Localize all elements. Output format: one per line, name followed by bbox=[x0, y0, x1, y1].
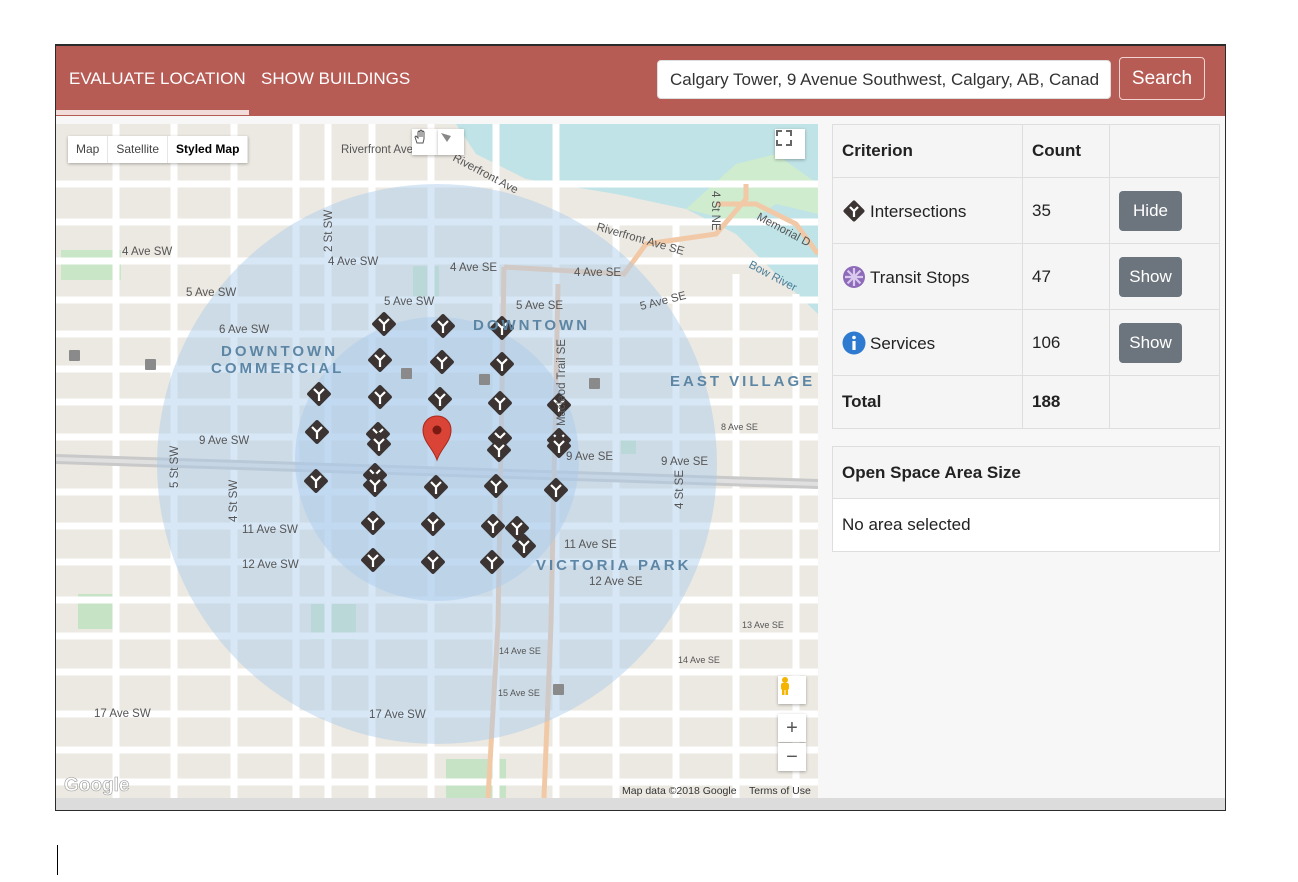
street-label: 8 Ave SE bbox=[721, 422, 758, 432]
header-action bbox=[1109, 124, 1220, 178]
total-count: 188 bbox=[1022, 375, 1110, 429]
street-label: 5 St SW bbox=[169, 446, 181, 488]
hide-intersections-button[interactable]: Hide bbox=[1119, 190, 1182, 231]
street-label: 15 Ave SE bbox=[498, 688, 540, 698]
text-cursor bbox=[57, 845, 58, 875]
show-transit-stops-button[interactable]: Show bbox=[1119, 256, 1182, 297]
services-info-icon bbox=[842, 331, 866, 354]
open-space-value: No area selected bbox=[833, 499, 1219, 551]
app-frame: EVALUATE LOCATION SHOW BUILDINGS Search bbox=[55, 44, 1226, 811]
street-label: 4 Ave SE bbox=[450, 262, 497, 274]
terms-of-use-link[interactable]: Terms of Use bbox=[749, 785, 811, 797]
draw-shape-icon[interactable] bbox=[438, 129, 464, 155]
street-label: 13 Ave SE bbox=[742, 620, 784, 630]
map-view[interactable]: DOWNTOWN COMMERCIAL DOWNTOWN EAST VILLAG… bbox=[56, 124, 818, 798]
criteria-panel: Criterion Count Intersections 35 Hide Tr… bbox=[832, 124, 1220, 552]
street-label: 4 St NE bbox=[709, 191, 721, 231]
street-label: 12 Ave SE bbox=[589, 576, 643, 588]
table-row: Transit Stops 47 Show bbox=[832, 243, 1220, 310]
street-label: 17 Ave SW bbox=[94, 708, 151, 720]
street-label: 9 Ave SE bbox=[566, 451, 613, 463]
map-label-downtown-commercial: DOWNTOWN bbox=[221, 343, 338, 360]
count-cell: 47 bbox=[1022, 243, 1110, 310]
street-label: 4 St SE bbox=[674, 470, 686, 509]
criterion-cell: Intersections bbox=[832, 177, 1023, 244]
criterion-label: Transit Stops bbox=[870, 267, 970, 287]
street-label: 17 Ave SW bbox=[369, 709, 426, 721]
map-canvas[interactable]: DOWNTOWN COMMERCIAL DOWNTOWN EAST VILLAG… bbox=[56, 124, 818, 798]
fullscreen-icon[interactable] bbox=[775, 129, 805, 159]
poi-icon bbox=[553, 684, 564, 695]
criteria-table: Criterion Count Intersections 35 Hide Tr… bbox=[832, 124, 1220, 429]
bottom-scroll-strip bbox=[56, 798, 1225, 810]
zoom-out-button[interactable]: − bbox=[778, 743, 806, 771]
count-cell: 106 bbox=[1022, 309, 1110, 376]
street-label: 9 Ave SE bbox=[661, 456, 708, 468]
transit-stop-icon bbox=[843, 265, 865, 288]
table-row: Services 106 Show bbox=[832, 309, 1220, 376]
street-label: 4 Ave SW bbox=[328, 256, 378, 268]
total-empty-cell bbox=[1109, 375, 1220, 429]
total-label: Total bbox=[832, 375, 1023, 429]
nav-evaluate-location[interactable]: EVALUATE LOCATION bbox=[69, 69, 246, 89]
nav-show-buildings[interactable]: SHOW BUILDINGS bbox=[261, 69, 410, 89]
street-view-pegman-icon[interactable] bbox=[778, 676, 806, 704]
show-services-button[interactable]: Show bbox=[1119, 322, 1182, 363]
zoom-in-button[interactable]: + bbox=[778, 714, 806, 742]
poi-icon bbox=[401, 368, 412, 379]
street-label: 11 Ave SW bbox=[242, 524, 298, 536]
street-label: 5 Ave SE bbox=[516, 300, 563, 312]
map-type-control: Map Satellite Styled Map bbox=[68, 136, 249, 163]
table-header-row: Criterion Count bbox=[832, 124, 1220, 178]
street-label: 4 St SW bbox=[228, 480, 240, 522]
action-cell: Show bbox=[1109, 309, 1220, 376]
google-logo: Google bbox=[64, 775, 129, 796]
criterion-cell: Services bbox=[832, 309, 1023, 376]
header-criterion: Criterion bbox=[832, 124, 1023, 178]
street-label: 5 Ave SW bbox=[384, 296, 434, 308]
top-navbar: EVALUATE LOCATION SHOW BUILDINGS Search bbox=[56, 46, 1225, 116]
action-cell: Hide bbox=[1109, 177, 1220, 244]
street-label: 5 Ave SW bbox=[186, 287, 236, 299]
street-label: Macleod Trail SE bbox=[556, 339, 568, 426]
active-tab-indicator bbox=[56, 110, 249, 115]
street-label: 9 Ave SW bbox=[199, 435, 249, 447]
map-type-map[interactable]: Map bbox=[68, 136, 109, 163]
street-label: Riverfront Ave bbox=[341, 144, 413, 156]
open-space-title: Open Space Area Size bbox=[833, 447, 1219, 499]
street-label: 4 Ave SE bbox=[574, 267, 621, 279]
location-search-input[interactable] bbox=[657, 60, 1111, 99]
street-label: 12 Ave SW bbox=[242, 559, 299, 571]
action-cell: Show bbox=[1109, 243, 1220, 310]
open-space-card: Open Space Area Size No area selected bbox=[832, 446, 1220, 552]
table-row: Intersections 35 Hide bbox=[832, 177, 1220, 244]
map-label-victoria-park: VICTORIA PARK bbox=[536, 557, 691, 574]
poi-icon bbox=[69, 350, 80, 361]
poi-icon bbox=[479, 374, 490, 385]
map-label-downtown-commercial-2: COMMERCIAL bbox=[211, 360, 344, 377]
street-label: 2 St SW bbox=[323, 210, 335, 252]
map-type-styled[interactable]: Styled Map bbox=[168, 136, 249, 163]
street-label: 14 Ave SE bbox=[678, 655, 720, 665]
map-label-east-village: EAST VILLAGE bbox=[670, 373, 815, 390]
street-label: 11 Ave SE bbox=[564, 539, 617, 551]
criterion-cell: Transit Stops bbox=[832, 243, 1023, 310]
street-label: 4 Ave SW bbox=[122, 246, 172, 258]
count-cell: 35 bbox=[1022, 177, 1110, 244]
poi-icon bbox=[589, 378, 600, 389]
map-attribution: Map data ©2018 Google bbox=[622, 785, 737, 797]
street-label: 14 Ave SE bbox=[499, 646, 541, 656]
intersection-icon bbox=[843, 200, 865, 221]
pan-hand-icon[interactable] bbox=[412, 129, 438, 155]
map-type-satellite[interactable]: Satellite bbox=[108, 136, 169, 163]
criterion-label: Intersections bbox=[870, 201, 967, 221]
street-label: 6 Ave SW bbox=[219, 324, 269, 336]
search-button[interactable]: Search bbox=[1119, 57, 1205, 100]
header-count: Count bbox=[1022, 124, 1110, 178]
criterion-label: Services bbox=[870, 333, 936, 353]
poi-icon bbox=[145, 359, 156, 370]
map-label-downtown: DOWNTOWN bbox=[473, 317, 590, 334]
table-total-row: Total 188 bbox=[832, 375, 1220, 429]
